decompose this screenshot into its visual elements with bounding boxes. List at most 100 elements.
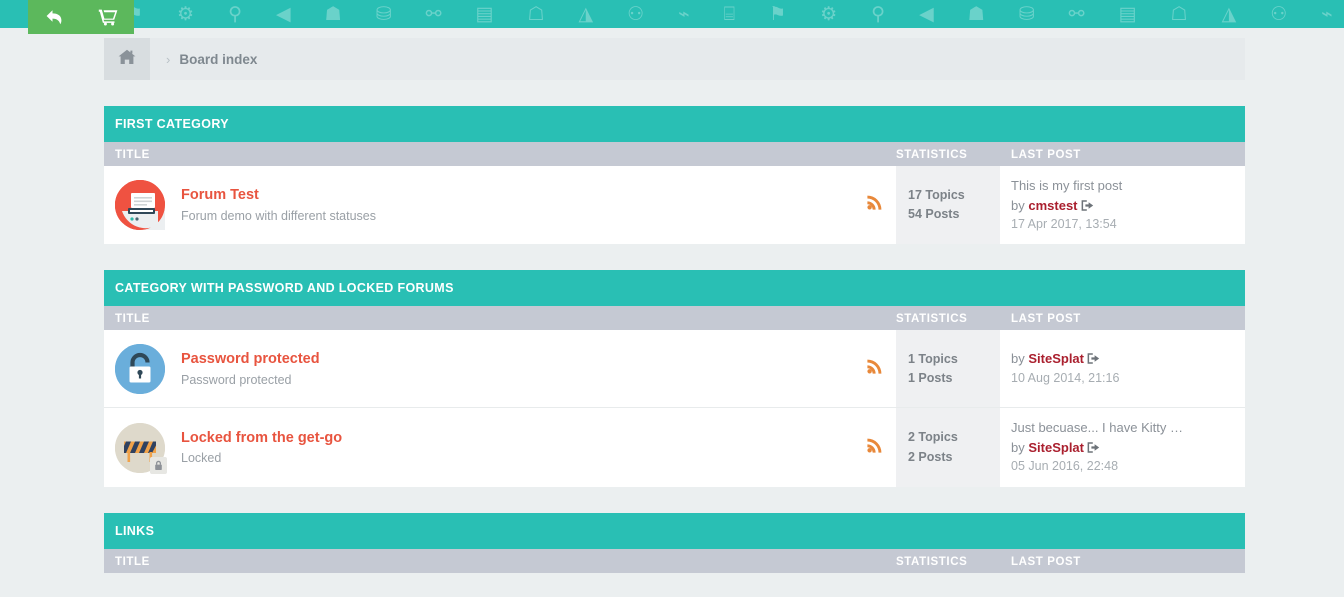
column-header-statistics: Statistics — [896, 149, 967, 161]
posts-count: 2 Posts — [908, 448, 1000, 467]
breadcrumb-separator-icon: › — [166, 52, 170, 67]
user-icon: ☗ — [325, 5, 342, 24]
forum-title-cell: Locked from the get-go Locked — [104, 408, 896, 486]
lock-icon: ⛁ — [1019, 5, 1035, 24]
home-icon — [118, 49, 136, 70]
column-header-last-post: Last post — [1011, 313, 1081, 325]
forum-unread-icon[interactable] — [115, 180, 165, 230]
rss-feed-icon[interactable] — [867, 359, 882, 379]
user-icon: ☗ — [968, 5, 985, 24]
forum-description: Forum demo with different statuses — [181, 208, 376, 224]
breadcrumb: › Board index — [104, 38, 1245, 80]
column-header-title: Title — [115, 313, 150, 325]
column-header-statistics: Statistics — [896, 556, 967, 568]
rss-feed-icon[interactable] — [867, 438, 882, 458]
breadcrumb-home-button[interactable] — [104, 38, 150, 80]
search-icon: ⚲ — [871, 5, 885, 24]
category-header[interactable]: First category — [104, 106, 1245, 142]
topbar-icon-pattern: ⚑⚙⚲◀☗⛁⚯▤☖◮⚇⌁⌸⚑⚙⚲◀☗⛁⚯▤☖◮⚇⌁⌸ — [0, 0, 1344, 28]
category-header[interactable]: Links — [104, 513, 1245, 549]
last-post-author-line: by cmstest — [1011, 196, 1235, 216]
pin-icon: ⚯ — [426, 5, 442, 24]
breadcrumb-item-board-index[interactable]: Board index — [179, 52, 257, 67]
forum-link[interactable]: Forum Test — [181, 186, 376, 205]
last-post-author[interactable]: SiteSplat — [1028, 351, 1084, 366]
last-post-cell: Just becuase... I have Kitty … by SiteSp… — [1000, 408, 1245, 486]
shopping-cart-icon — [98, 8, 118, 26]
locked-badge-icon — [150, 457, 167, 474]
category-title: Links — [115, 524, 154, 538]
thermometer-icon: ⌁ — [1321, 5, 1332, 24]
last-post-author[interactable]: SiteSplat — [1028, 440, 1084, 455]
category-title: Category with password and locked forums — [115, 281, 454, 295]
last-post-subject[interactable]: This is my first post — [1011, 176, 1235, 196]
column-header-last-post: Last post — [1011, 556, 1081, 568]
column-header-title: Title — [115, 149, 150, 161]
by-label: by — [1011, 440, 1025, 455]
column-header-last-post: Last post — [1011, 149, 1081, 161]
forum-category: Links Title Statistics Last post — [104, 513, 1245, 573]
last-post-cell: by SiteSplat 10 Aug 2014, 21:16 — [1000, 330, 1245, 407]
column-header-row: Title Statistics Last post — [104, 142, 1245, 166]
last-post-time: 17 Apr 2017, 13:54 — [1011, 215, 1235, 234]
posts-count: 1 Posts — [908, 369, 1000, 388]
goto-post-icon[interactable] — [1081, 198, 1094, 213]
forum-statistics-cell: 1 Topics 1 Posts — [896, 330, 1000, 407]
barricade-locked-icon[interactable] — [115, 423, 165, 473]
flag-icon: ⚑ — [769, 5, 786, 24]
forum-artwork — [115, 180, 165, 230]
lock-icon: ⛁ — [376, 5, 392, 24]
forum-statistics-cell: 17 Topics 54 Posts — [896, 166, 1000, 244]
last-post-author-line: by SiteSplat — [1011, 438, 1235, 458]
archive-icon: ▤ — [476, 5, 494, 24]
forum-link[interactable]: Password protected — [181, 350, 320, 369]
forum-title-cell: Forum Test Forum demo with different sta… — [104, 166, 896, 244]
last-post-time: 05 Jun 2016, 22:48 — [1011, 457, 1235, 476]
goto-post-icon[interactable] — [1087, 440, 1100, 455]
folder-icon: ◮ — [1222, 5, 1237, 24]
category-title: First category — [115, 117, 229, 131]
search-icon: ⚲ — [228, 5, 242, 24]
forum-category: First category Title Statistics Last post F… — [104, 106, 1245, 244]
users-icon: ⚇ — [627, 5, 644, 24]
posts-count: 54 Posts — [908, 205, 1000, 224]
forum-description: Password protected — [181, 372, 320, 388]
by-label: by — [1011, 198, 1025, 213]
last-post-time: 10 Aug 2014, 21:16 — [1011, 369, 1235, 388]
last-post-subject[interactable]: Just becuase... I have Kitty … — [1011, 418, 1235, 438]
forum-row: Password protected Password protected 1 … — [104, 330, 1245, 408]
users-icon: ⚇ — [1270, 5, 1287, 24]
category-header[interactable]: Category with password and locked forums — [104, 270, 1245, 306]
cart-button[interactable] — [81, 0, 134, 34]
topics-count: 2 Topics — [908, 428, 1000, 447]
forum-category-list: First category Title Statistics Last post F… — [104, 106, 1245, 573]
gear-icon: ⚙ — [177, 5, 194, 24]
archive-icon: ▤ — [1119, 5, 1137, 24]
column-header-row: Title Statistics Last post — [104, 549, 1245, 573]
gear-icon: ⚙ — [820, 5, 837, 24]
back-button[interactable] — [28, 0, 81, 34]
megaphone-icon: ◀ — [276, 5, 291, 24]
rss-feed-icon[interactable] — [867, 195, 882, 215]
decorative-top-bar: ⚑⚙⚲◀☗⛁⚯▤☖◮⚇⌁⌸⚑⚙⚲◀☗⛁⚯▤☖◮⚇⌁⌸ — [0, 0, 1344, 28]
forum-description: Locked — [181, 450, 342, 466]
goto-post-icon[interactable] — [1087, 351, 1100, 366]
column-header-title: Title — [115, 556, 150, 568]
last-post-cell: This is my first post by cmstest 17 Apr … — [1000, 166, 1245, 244]
by-label: by — [1011, 351, 1025, 366]
forum-category: Category with password and locked forums… — [104, 270, 1245, 486]
thermometer-icon: ⌁ — [678, 5, 689, 24]
last-post-author[interactable]: cmstest — [1028, 198, 1077, 213]
forum-title-cell: Password protected Password protected — [104, 330, 896, 407]
edit-icon: ⌸ — [724, 5, 735, 24]
quick-action-buttons[interactable] — [28, 0, 134, 34]
forum-link[interactable]: Locked from the get-go — [181, 429, 342, 448]
megaphone-icon: ◀ — [919, 5, 934, 24]
forum-statistics-cell: 2 Topics 2 Posts — [896, 408, 1000, 486]
padlock-icon[interactable] — [115, 344, 165, 394]
column-header-row: TitleStatisticsLast post — [104, 306, 1245, 330]
folder-icon: ◮ — [579, 5, 594, 24]
person-icon: ☖ — [527, 5, 544, 24]
last-post-author-line: by SiteSplat — [1011, 349, 1235, 369]
padlock-artwork — [115, 344, 165, 394]
